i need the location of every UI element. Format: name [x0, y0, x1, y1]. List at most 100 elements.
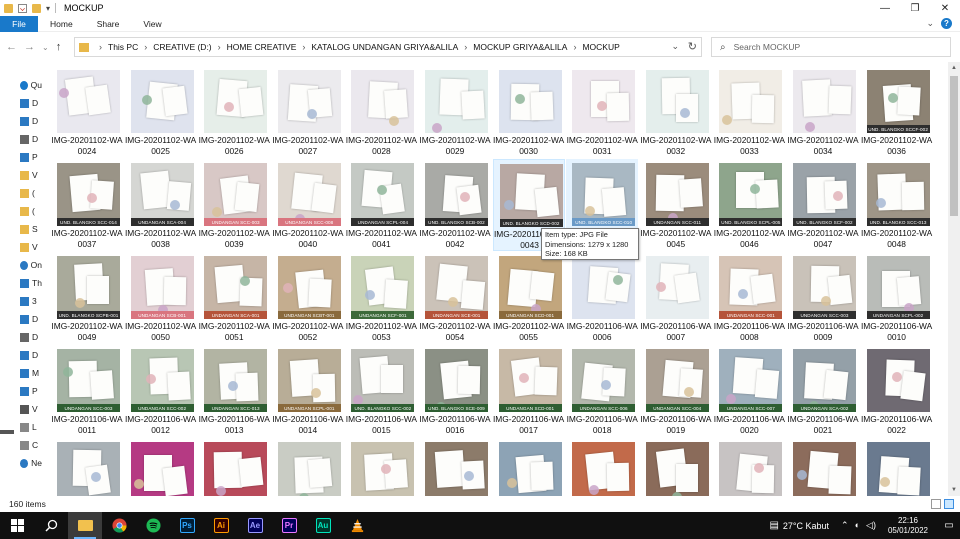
weather-widget[interactable]: ▤ 27°C Kabut	[769, 520, 829, 531]
file-item[interactable]: UND. BLANGKO SCE-009 IMG-20201106-WA0016	[419, 345, 491, 437]
file-item[interactable]: UNDANGAN SCC-003 IMG-20201106-WA0011	[51, 345, 123, 437]
file-item[interactable]: IMG-20201106-WA0007	[640, 252, 712, 344]
tab-home[interactable]: Home	[38, 19, 85, 29]
tab-file[interactable]: File	[0, 15, 38, 32]
nav-item[interactable]: V	[0, 166, 42, 184]
nav-item[interactable]: M	[0, 364, 42, 382]
file-item[interactable]: UNDANGAN SCPL-001 IMG-20201106-WA0014	[272, 345, 344, 437]
file-item[interactable]	[640, 438, 712, 496]
file-item[interactable]: UNDANGAN SCC-001 IMG-20201106-WA0008	[713, 252, 785, 344]
nav-item[interactable]: 3	[0, 292, 42, 310]
address-history-chevron-icon[interactable]: ⌄	[671, 41, 679, 52]
breadcrumb-mockup[interactable]: MOCKUP	[582, 42, 619, 52]
back-arrow-icon[interactable]: ←	[6, 41, 17, 53]
help-icon[interactable]: ?	[941, 18, 952, 29]
file-item[interactable]: UNDANGAN SCA-002 IMG-20201106-WA0021	[787, 345, 859, 437]
file-item[interactable]: UNDANGAN SCC-007 IMG-20201106-WA0020	[713, 345, 785, 437]
taskbar-illustrator[interactable]: Ai	[204, 512, 238, 539]
properties-icon[interactable]	[18, 3, 27, 13]
file-item[interactable]: UNDANGAN SCC-004 IMG-20201106-WA0019	[640, 345, 712, 437]
taskbar-photoshop[interactable]: Ps	[170, 512, 204, 539]
taskbar-premiere[interactable]: Pr	[272, 512, 306, 539]
forward-arrow-icon[interactable]: →	[24, 41, 35, 53]
file-item[interactable]: UND. BLANGKO SCPB-001 IMG-20201102-WA0049	[51, 252, 123, 344]
details-view-icon[interactable]	[931, 499, 941, 509]
file-item[interactable]: UNDANGAN SCC-008 IMG-20201102-WA0040	[272, 159, 344, 251]
file-item[interactable]: UND. BLANGKO SCCF-002 IMG-20201102-WA0036	[861, 66, 933, 158]
file-item[interactable]: UNDANGAN SCA-001 IMG-20201102-WA0051	[198, 252, 270, 344]
file-item[interactable]: UNDANGAN SCPL-002 IMG-20201106-WA0010	[861, 252, 933, 344]
nav-item[interactable]: Qu	[0, 76, 42, 94]
file-item[interactable]: UNDANGAN SCC-003 IMG-20201102-WA0039	[198, 159, 270, 251]
show-hidden-icons-icon[interactable]: ⌃	[841, 520, 849, 531]
nav-item[interactable]: D	[0, 94, 42, 112]
file-item[interactable]: UNDANGAN SCD-001 IMG-20201106-WA0017	[493, 345, 565, 437]
file-item[interactable]	[713, 438, 785, 496]
file-item[interactable]	[198, 438, 270, 496]
file-item[interactable]: UND. BLANGKO SCB-002 IMG-20201102-WA0042	[419, 159, 491, 251]
nav-item[interactable]: D	[0, 112, 42, 130]
tab-share[interactable]: Share	[85, 19, 132, 29]
file-item[interactable]	[51, 438, 123, 496]
file-item[interactable]: UND. BLANGKO SCC-014 IMG-20201102-WA0037	[51, 159, 123, 251]
taskbar-audition[interactable]: Au	[306, 512, 340, 539]
nav-item[interactable]: V	[0, 400, 42, 418]
clock[interactable]: 22:16 05/01/2022	[888, 516, 928, 536]
scroll-down-arrow-icon[interactable]: ▼	[948, 484, 960, 496]
taskbar-chrome[interactable]	[102, 512, 136, 539]
nav-item[interactable]: (	[0, 202, 42, 220]
file-item[interactable]: IMG-20201102-WA0034	[787, 66, 859, 158]
file-item[interactable]: UNDANGAN SCC-011 IMG-20201102-WA0045	[640, 159, 712, 251]
recent-locations-icon[interactable]: ⌄	[42, 43, 49, 52]
file-item[interactable]: IMG-20201102-WA0030	[493, 66, 565, 158]
nav-item[interactable]: D	[0, 310, 42, 328]
start-button[interactable]	[0, 512, 34, 539]
file-item[interactable]: UNDANGAN SCF-001 IMG-20201102-WA0053	[345, 252, 417, 344]
nav-item[interactable]: D	[0, 346, 42, 364]
file-item[interactable]: IMG-20201102-WA0027	[272, 66, 344, 158]
network-icon[interactable]: ◐	[855, 520, 860, 531]
taskbar-file-explorer[interactable]	[68, 512, 102, 539]
file-item[interactable]	[493, 438, 565, 496]
breadcrumb-mockup-griya[interactable]: MOCKUP GRIYA&ALILA	[473, 42, 567, 52]
file-item[interactable]: IMG-20201102-WA0028	[345, 66, 417, 158]
file-item[interactable]: UNDANGAN SCE-001 IMG-20201102-WA0054	[419, 252, 491, 344]
taskbar-spotify[interactable]	[136, 512, 170, 539]
file-item[interactable]	[566, 438, 638, 496]
scroll-up-arrow-icon[interactable]: ▲	[948, 62, 960, 74]
taskbar-search-button[interactable]	[34, 512, 68, 539]
search-input[interactable]: Search MOCKUP	[734, 42, 801, 52]
address-bar[interactable]: › This PC › CREATIVE (D:) › HOME CREATIV…	[74, 37, 702, 57]
customize-toolbar-icon[interactable]: ▾	[46, 4, 50, 13]
volume-icon[interactable]: ◁)	[866, 520, 876, 531]
file-item[interactable]	[345, 438, 417, 496]
refresh-icon[interactable]: ↻	[688, 40, 697, 53]
file-item[interactable]	[125, 438, 197, 496]
file-item[interactable]: IMG-20201102-WA0025	[125, 66, 197, 158]
maximize-button[interactable]: ❐	[900, 0, 930, 16]
nav-item[interactable]: D	[0, 130, 42, 148]
file-item[interactable]: UNDANGAN SCC-002 IMG-20201106-WA0012	[125, 345, 197, 437]
nav-item[interactable]: C	[0, 436, 42, 454]
file-item[interactable]	[272, 438, 344, 496]
taskbar-after-effects[interactable]: Ae	[238, 512, 272, 539]
chevron-down-icon[interactable]: ⌄	[926, 18, 934, 29]
new-folder-icon[interactable]	[32, 3, 41, 13]
large-icons-view-icon[interactable]	[944, 499, 954, 509]
tab-view[interactable]: View	[131, 19, 173, 29]
minimize-button[interactable]: —	[870, 0, 900, 16]
file-item[interactable]	[419, 438, 491, 496]
nav-item[interactable]: P	[0, 382, 42, 400]
nav-item[interactable]: Ne	[0, 454, 42, 472]
file-item[interactable]: UNDANGAN SCC-013 IMG-20201106-WA0013	[198, 345, 270, 437]
scrollbar-thumb[interactable]	[950, 76, 958, 216]
vertical-scrollbar[interactable]: ▲ ▼	[948, 62, 960, 496]
file-item[interactable]	[787, 438, 859, 496]
nav-item[interactable]: V	[0, 238, 42, 256]
taskbar-vlc[interactable]	[340, 512, 374, 539]
file-item[interactable]: UNDANGAN SCC-003 IMG-20201106-WA0009	[787, 252, 859, 344]
file-item[interactable]: IMG-20201102-WA0033	[713, 66, 785, 158]
file-item[interactable]: UND. BLANGKO SCF-002 IMG-20201102-WA0047	[787, 159, 859, 251]
file-item[interactable]: IMG-20201102-WA0032	[640, 66, 712, 158]
breadcrumb-katalog[interactable]: KATALOG UNDANGAN GRIYA&ALILA	[311, 42, 458, 52]
